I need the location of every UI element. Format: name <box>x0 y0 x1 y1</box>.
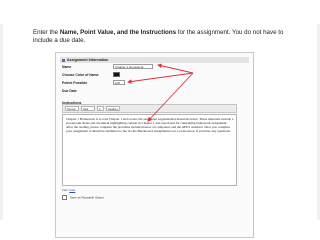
points-input[interactable]: 100 <box>113 80 125 85</box>
assignment-form-screenshot: Assignment Information Name Chapter 1 Ho… <box>55 52 254 238</box>
due-date-label: Due Date <box>62 89 77 93</box>
section-marker-icon <box>62 58 65 62</box>
name-input[interactable]: Chapter 1 Homework <box>113 64 153 69</box>
color-label: Choose Color of Name <box>62 73 99 77</box>
instruction-prefix: Enter the <box>33 29 60 36</box>
style-select[interactable]: Normal <box>65 106 79 111</box>
reusable-object-row: Save as Reusable Object <box>62 195 104 200</box>
font-select[interactable]: Arial <box>81 106 95 111</box>
section-title: Assignment Information <box>67 58 109 62</box>
editor-toolbar: Normal Arial 3 Heading <box>62 104 237 113</box>
path-link[interactable]: body <box>69 188 75 192</box>
path-label: Path: <box>62 188 69 192</box>
reusable-object-checkbox[interactable] <box>62 195 67 200</box>
reusable-object-label: Save as Reusable Object <box>69 195 104 200</box>
path-row: Path: body <box>62 188 75 192</box>
name-label: Name <box>62 65 72 69</box>
size-select[interactable]: 3 <box>97 106 104 111</box>
format-select[interactable]: Heading <box>106 106 120 111</box>
instructions-editor[interactable]: Chapter 1 Homework is to read Chapter 1 … <box>62 114 237 186</box>
points-label: Points Possible <box>62 81 88 85</box>
name-color-picker[interactable] <box>113 72 120 77</box>
section-header: Assignment Information <box>60 57 249 63</box>
slide: Enter the Name, Point Value, and the Ins… <box>0 0 320 240</box>
instruction-bold: Name, Point Value, and the Instructions <box>59 29 177 36</box>
instructions-text: Chapter 1 Homework is to read Chapter 1 … <box>66 117 234 133</box>
instruction-text: Enter the Name, Point Value, and the Ins… <box>33 29 293 44</box>
slide-left-edge <box>0 24 3 220</box>
